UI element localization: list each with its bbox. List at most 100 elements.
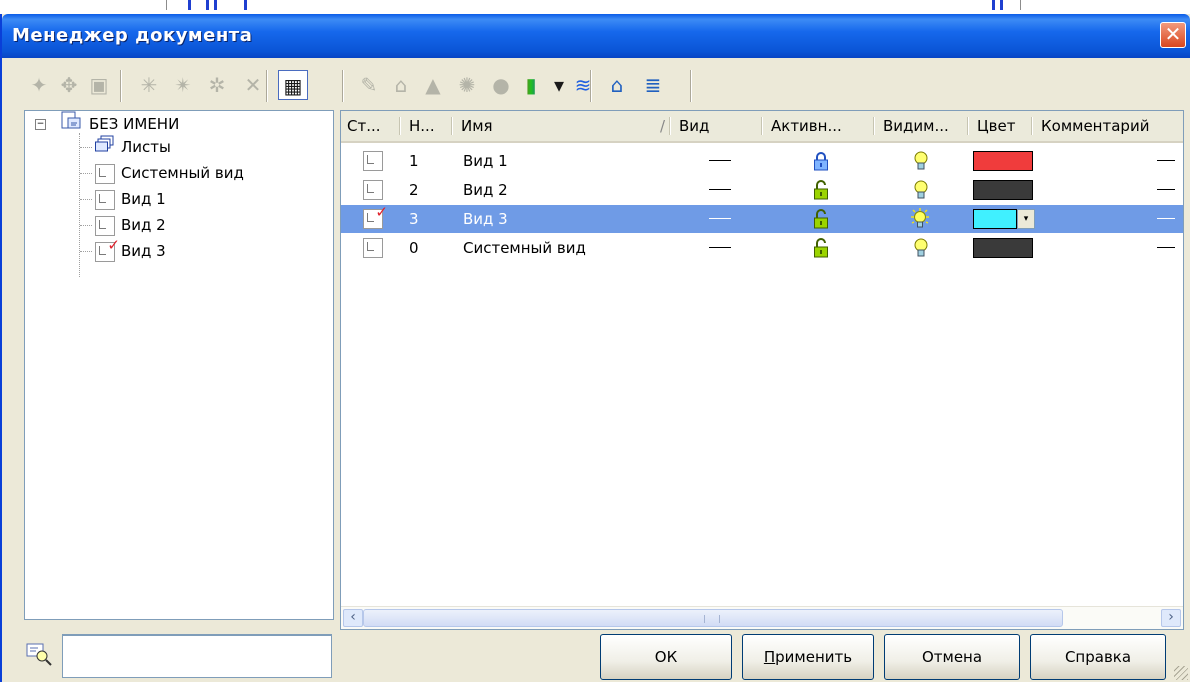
row-name[interactable]: Вид 2: [463, 176, 508, 204]
view-icon[interactable]: [363, 180, 383, 200]
lock-closed-icon[interactable]: [813, 151, 829, 171]
row-comment-dash: [1157, 218, 1175, 219]
check-icon: ✓: [107, 236, 120, 254]
ok-button[interactable]: ОК: [600, 634, 732, 680]
tree-root-label: БЕЗ ИМЕНИ: [89, 115, 180, 133]
col-visible[interactable]: Видим...: [877, 111, 971, 141]
scroll-right-button[interactable]: ›: [1161, 609, 1181, 627]
tree-item[interactable]: ✓ Вид 3: [95, 238, 166, 264]
search-icon[interactable]: [24, 638, 54, 668]
background-mark: [1000, 0, 1003, 10]
color-swatch[interactable]: [973, 238, 1033, 258]
lock-open-icon[interactable]: [813, 180, 829, 200]
toolbar-separator: [342, 70, 344, 102]
scroll-thumb[interactable]: [363, 609, 1063, 627]
tree-item[interactable]: Листы: [95, 135, 171, 159]
row-name[interactable]: Вид 1: [463, 147, 508, 175]
horizontal-scrollbar[interactable]: ‹ ›: [341, 606, 1183, 629]
table-header: Ст... Н... Имя / Вид Активн... Видим... Цвет Ком…: [341, 111, 1183, 143]
visibility-bulb-icon[interactable]: [909, 208, 929, 230]
edit-icon[interactable]: ✎: [354, 70, 384, 100]
color-swatch[interactable]: [973, 180, 1033, 200]
import-view-icon[interactable]: ⌂: [602, 70, 632, 100]
col-active[interactable]: Активн...: [765, 111, 877, 141]
column-divider[interactable]: [967, 117, 969, 135]
col-color[interactable]: Цвет: [971, 111, 1035, 141]
list-view-icon[interactable]: ▦: [278, 70, 308, 100]
views-table[interactable]: Ст... Н... Имя / Вид Активн... Видим... Цвет Ком…: [340, 110, 1184, 630]
visibility-bulb-icon[interactable]: [913, 237, 928, 259]
toolbar-separator: [120, 70, 122, 102]
new-view-icon[interactable]: ✳: [134, 70, 164, 100]
color-dropdown-button[interactable]: ▾: [1017, 209, 1035, 229]
color-swatch[interactable]: [973, 151, 1033, 171]
window-title: Менеджер документа: [12, 25, 253, 46]
tree-item-label: Вид 1: [121, 190, 166, 208]
tree-guide: [80, 225, 92, 226]
visibility-bulb-icon[interactable]: [913, 150, 928, 172]
table-row[interactable]: 1 Вид 1: [341, 147, 1183, 175]
table-row[interactable]: ✓ 3 Вид 3 ▾: [341, 205, 1183, 233]
column-divider[interactable]: [451, 117, 453, 135]
color-swatch[interactable]: [973, 209, 1017, 229]
column-divider[interactable]: [669, 117, 671, 135]
layers-icon[interactable]: ≣: [638, 70, 668, 100]
background-mark: [244, 0, 247, 10]
scroll-left-button[interactable]: ‹: [343, 609, 363, 627]
lock-icon[interactable]: ▲: [418, 70, 448, 100]
row-name[interactable]: Системный вид: [463, 234, 586, 262]
layers-check-icon[interactable]: ≋: [568, 70, 598, 100]
col-name[interactable]: Имя: [455, 111, 645, 141]
column-divider[interactable]: [399, 117, 401, 135]
tree-item[interactable]: Системный вид: [95, 161, 244, 185]
color-icon[interactable]: ▮: [516, 70, 546, 100]
delete-icon[interactable]: ✕: [238, 70, 268, 100]
col-comment[interactable]: Комментарий: [1035, 111, 1183, 141]
search-input[interactable]: [62, 634, 332, 678]
document-tree[interactable]: − БЕЗ ИМЕНИ Листы Системный вид Вид 1 Вид 2…: [24, 110, 334, 620]
background-strip: [0, 0, 1190, 14]
tree-root[interactable]: БЕЗ ИМЕНИ: [61, 111, 179, 135]
table-row[interactable]: 0 Системный вид: [341, 234, 1183, 262]
document-icon: [61, 111, 83, 138]
view-arrow-icon[interactable]: ✲: [202, 70, 232, 100]
sheet-format-icon[interactable]: ▣: [84, 70, 114, 100]
row-name[interactable]: Вид 3: [463, 205, 508, 233]
view-icon[interactable]: [363, 151, 383, 171]
lock-open-icon[interactable]: [813, 238, 829, 258]
cancel-button[interactable]: Отмена: [884, 634, 1020, 680]
light-on-icon[interactable]: ✺: [452, 70, 482, 100]
view-icon[interactable]: [363, 238, 383, 258]
lock-open-icon[interactable]: [813, 209, 829, 229]
apply-button[interactable]: Применить: [742, 634, 874, 680]
tree-item[interactable]: Вид 2: [95, 213, 166, 237]
title-bar[interactable]: Менеджер документа ✕: [2, 14, 1190, 58]
background-mark: [214, 0, 217, 10]
resize-grip[interactable]: [1174, 666, 1188, 680]
column-divider[interactable]: [761, 117, 763, 135]
background-line: [1020, 0, 1021, 10]
visibility-bulb-icon[interactable]: [913, 179, 928, 201]
table-row[interactable]: 2 Вид 2: [341, 176, 1183, 204]
help-button[interactable]: Справка: [1030, 634, 1166, 680]
new-sheet-icon[interactable]: ✦: [24, 70, 54, 100]
light-off-icon[interactable]: ●: [486, 70, 516, 100]
row-view-dash: [709, 189, 731, 190]
col-sort[interactable]: /: [645, 111, 671, 141]
sheet-numbering-icon[interactable]: ✥: [54, 70, 84, 100]
col-view[interactable]: Вид: [673, 111, 765, 141]
current-view-icon[interactable]: ✓: [363, 205, 388, 229]
col-number[interactable]: Н...: [403, 111, 451, 141]
collapse-toggle[interactable]: −: [35, 119, 46, 130]
close-button[interactable]: ✕: [1160, 22, 1186, 48]
tree-guide: [80, 147, 92, 148]
row-number: 0: [409, 239, 419, 257]
current-view-icon: ✓: [95, 238, 120, 264]
apply-label: Применить: [763, 648, 853, 666]
new-view-plus-icon[interactable]: ✴: [168, 70, 198, 100]
column-divider[interactable]: [873, 117, 875, 135]
unlock-icon[interactable]: ⌂: [386, 70, 416, 100]
col-status[interactable]: Ст...: [341, 111, 395, 141]
column-divider[interactable]: [1031, 117, 1033, 135]
tree-item[interactable]: Вид 1: [95, 187, 166, 211]
